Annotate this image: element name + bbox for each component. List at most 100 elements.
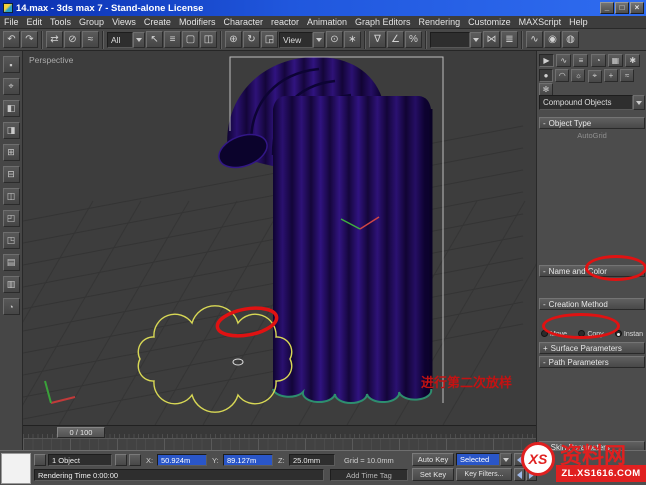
- window-crossing-icon[interactable]: ◫: [200, 31, 217, 48]
- left-tool-icon[interactable]: ◔: [2, 298, 20, 315]
- set-key-button[interactable]: Set Key: [412, 468, 454, 481]
- menu-maxscript[interactable]: MAXScript: [515, 17, 566, 27]
- tab-modify[interactable]: ∿: [556, 54, 572, 67]
- select-by-name-icon[interactable]: ≡: [164, 31, 181, 48]
- category-cameras-icon[interactable]: ⌖: [587, 69, 602, 83]
- unlink-icon[interactable]: ⊘: [64, 31, 81, 48]
- selection-lock-icon[interactable]: [34, 454, 46, 466]
- object-category-dropdown[interactable]: Compound Objects: [539, 95, 645, 110]
- menu-views[interactable]: Views: [108, 17, 140, 27]
- lock-icon[interactable]: [115, 454, 127, 466]
- left-tool-icon[interactable]: ◰: [2, 210, 20, 227]
- minimize-button[interactable]: _: [600, 2, 614, 14]
- absolute-offset-icon[interactable]: [129, 454, 141, 466]
- rollout-path-parameters[interactable]: - Path Parameters: [539, 356, 645, 368]
- rollout-name-color[interactable]: - Name and Color: [539, 265, 645, 277]
- tab-motion[interactable]: ◔: [590, 54, 606, 67]
- tab-utilities[interactable]: ✱: [625, 54, 641, 67]
- viewport-scene[interactable]: 进行第二次放样 Perspective: [23, 51, 536, 425]
- track-bar[interactable]: [23, 438, 536, 450]
- chevron-down-icon[interactable]: [133, 31, 145, 48]
- percent-snap-icon[interactable]: %: [405, 31, 422, 48]
- left-tool-icon[interactable]: ⊟: [2, 166, 20, 183]
- tab-display[interactable]: ▦: [607, 54, 623, 67]
- mirror-icon[interactable]: ⋈: [483, 31, 500, 48]
- selection-filter-dropdown[interactable]: All: [107, 31, 145, 48]
- maximize-button[interactable]: □: [615, 2, 629, 14]
- left-tool-icon[interactable]: ◫: [2, 188, 20, 205]
- rollout-object-type[interactable]: - Object Type: [539, 117, 645, 129]
- tab-hierarchy[interactable]: ≡: [573, 54, 589, 67]
- viewport-label[interactable]: Perspective: [29, 55, 74, 65]
- time-slider-track[interactable]: 0 / 100: [23, 425, 536, 438]
- rollout-surface-parameters[interactable]: + Surface Parameters: [539, 342, 645, 354]
- category-shapes-icon[interactable]: ◠: [555, 69, 570, 82]
- category-geometry-icon[interactable]: ●: [539, 69, 553, 82]
- category-spacewarps-icon[interactable]: ≈: [620, 69, 635, 82]
- select-manipulate-icon[interactable]: ∗: [344, 31, 361, 48]
- menu-edit[interactable]: Edit: [23, 17, 47, 27]
- category-lights-icon[interactable]: ☼: [571, 69, 586, 82]
- menu-character[interactable]: Character: [219, 17, 267, 27]
- chevron-down-icon[interactable]: [470, 31, 482, 48]
- left-tool-icon[interactable]: ◧: [2, 100, 20, 117]
- z-coordinate-field[interactable]: 25.0mm: [289, 454, 335, 466]
- menu-group[interactable]: Group: [75, 17, 108, 27]
- undo-icon[interactable]: ↶: [3, 31, 20, 48]
- title-bar[interactable]: 14.max - 3ds max 7 - Stand-alone License…: [0, 0, 646, 16]
- time-slider-handle[interactable]: 0 / 100: [57, 427, 105, 438]
- category-helpers-icon[interactable]: +: [603, 69, 618, 82]
- rollout-creation-method[interactable]: - Creation Method: [539, 298, 645, 310]
- key-filters-button[interactable]: Key Filters...: [456, 468, 512, 481]
- render-icon[interactable]: ◍: [562, 31, 579, 48]
- bind-spacewarp-icon[interactable]: ≈: [82, 31, 99, 48]
- left-tool-icon[interactable]: ◨: [2, 122, 20, 139]
- menu-reactor[interactable]: reactor: [267, 17, 303, 27]
- left-tool-icon[interactable]: ◳: [2, 232, 20, 249]
- chevron-down-icon[interactable]: [633, 95, 645, 110]
- left-tool-icon[interactable]: ▪: [2, 56, 20, 73]
- left-tool-icon[interactable]: ▤: [2, 254, 20, 271]
- use-center-icon[interactable]: ⊙: [326, 31, 343, 48]
- menu-customize[interactable]: Customize: [464, 17, 515, 27]
- y-coordinate-field[interactable]: 89.127m: [223, 454, 273, 466]
- redo-icon[interactable]: ↷: [21, 31, 38, 48]
- category-systems-icon[interactable]: ✻: [539, 82, 553, 96]
- curve-editor-icon[interactable]: ∿: [526, 31, 543, 48]
- select-rotate-icon[interactable]: ↻: [243, 31, 260, 48]
- key-selection-dropdown[interactable]: Selected: [456, 453, 512, 466]
- menu-rendering[interactable]: Rendering: [415, 17, 465, 27]
- copy-radio[interactable]: Copy: [578, 330, 604, 338]
- align-icon[interactable]: ≣: [501, 31, 518, 48]
- material-editor-icon[interactable]: ◉: [544, 31, 561, 48]
- add-time-tag[interactable]: Add Time Tag: [330, 469, 408, 481]
- reference-coordinate-dropdown[interactable]: View: [279, 31, 325, 48]
- move-radio[interactable]: Move: [541, 330, 567, 338]
- menu-modifiers[interactable]: Modifiers: [175, 17, 220, 27]
- chevron-down-icon[interactable]: [313, 31, 325, 48]
- menu-tools[interactable]: Tools: [46, 17, 75, 27]
- tab-create[interactable]: ▶: [539, 54, 554, 67]
- menu-file[interactable]: File: [0, 17, 23, 27]
- select-object-icon[interactable]: ↖: [146, 31, 163, 48]
- left-tool-icon[interactable]: ▥: [2, 276, 20, 293]
- select-move-icon[interactable]: ⊕: [225, 31, 242, 48]
- autogrid-checkbox[interactable]: AutoGrid: [539, 131, 645, 140]
- left-tool-icon[interactable]: ⌖: [2, 78, 20, 95]
- region-select-icon[interactable]: ▢: [182, 31, 199, 48]
- auto-key-button[interactable]: Auto Key: [412, 453, 454, 466]
- left-tool-icon[interactable]: ⊞: [2, 144, 20, 161]
- menu-animation[interactable]: Animation: [303, 17, 351, 27]
- select-scale-icon[interactable]: ◲: [261, 31, 278, 48]
- menu-help[interactable]: Help: [565, 17, 592, 27]
- named-selection-sets-dropdown[interactable]: [430, 31, 482, 48]
- menu-create[interactable]: Create: [140, 17, 175, 27]
- perspective-viewport[interactable]: 进行第二次放样 Perspective: [23, 51, 536, 425]
- angle-snap-icon[interactable]: ∠: [387, 31, 404, 48]
- snap-toggle-icon[interactable]: ∇: [369, 31, 386, 48]
- menu-graph-editors[interactable]: Graph Editors: [351, 17, 415, 27]
- close-button[interactable]: ×: [630, 2, 644, 14]
- instance-radio[interactable]: Instan: [614, 330, 643, 338]
- chevron-down-icon[interactable]: [500, 453, 512, 466]
- x-coordinate-field[interactable]: 50.924m: [157, 454, 207, 466]
